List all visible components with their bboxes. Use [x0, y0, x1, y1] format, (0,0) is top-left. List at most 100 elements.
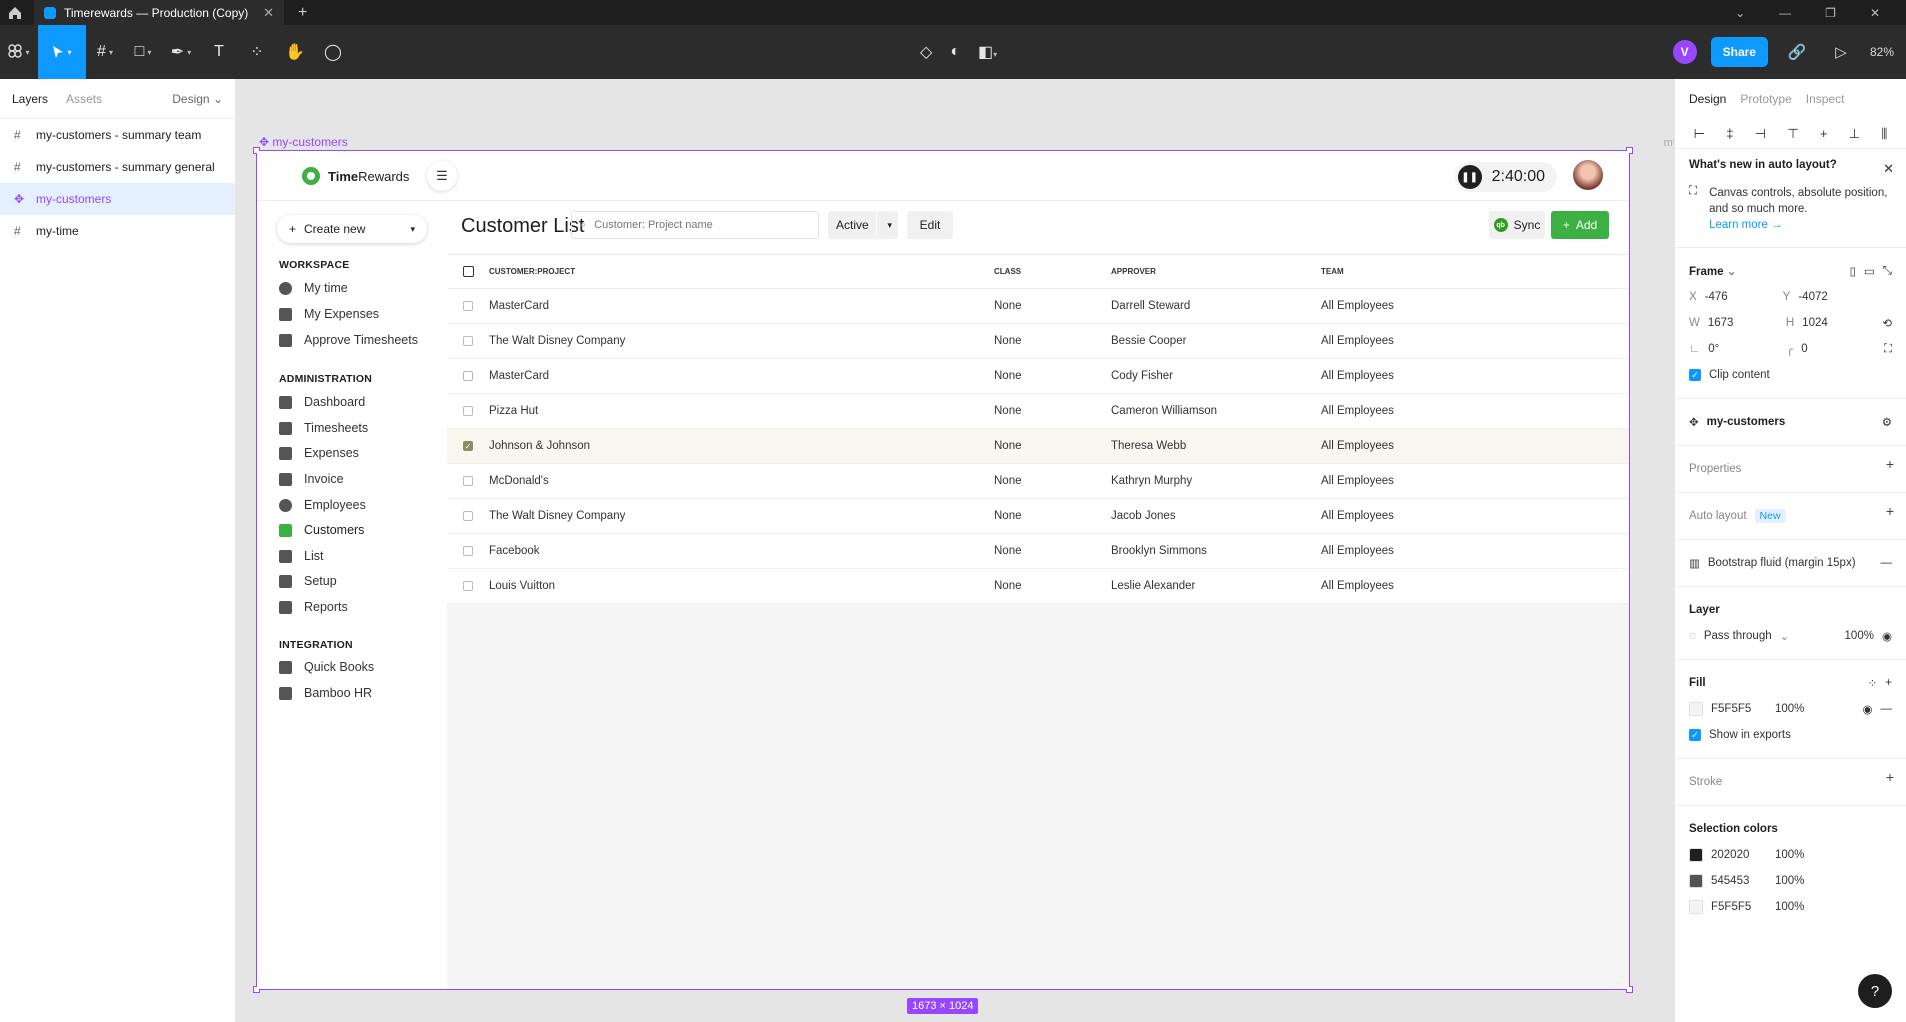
- sidebar-item-my-time[interactable]: My time: [279, 281, 348, 295]
- selection-color-row[interactable]: 202020 100%: [1689, 842, 1892, 868]
- column-header[interactable]: CUSTOMER:PROJECT: [489, 267, 994, 276]
- row-checkbox[interactable]: [463, 406, 473, 416]
- column-header[interactable]: CLASS: [994, 267, 1111, 276]
- color-swatch[interactable]: [1689, 874, 1703, 888]
- user-avatar[interactable]: V: [1672, 40, 1697, 64]
- main-menu-button[interactable]: ▾: [0, 29, 38, 75]
- minimize-icon[interactable]: —: [1779, 6, 1791, 20]
- width-input[interactable]: 1673: [1708, 317, 1778, 329]
- canvas[interactable]: ✥ my-customers my- TimeRewards ☰ ❚❚ 2:40…: [237, 79, 1674, 1022]
- table-row[interactable]: The Walt Disney Company None Jacob Jones Al…: [447, 499, 1629, 534]
- table-row[interactable]: The Walt Disney Company None Bessie Cooper…: [447, 324, 1629, 359]
- layer-item[interactable]: # my-customers - summary team: [0, 119, 235, 151]
- collapse-sidebar-button[interactable]: ☰: [427, 161, 457, 191]
- new-tab-button[interactable]: +: [298, 4, 307, 22]
- sidebar-item-bamboo-hr[interactable]: Bamboo HR: [279, 686, 372, 700]
- row-checkbox[interactable]: [463, 336, 473, 346]
- close-icon[interactable]: ✕: [1883, 161, 1894, 177]
- radius-input[interactable]: 0: [1801, 343, 1807, 355]
- remove-fill-icon[interactable]: —: [1881, 703, 1893, 715]
- align-left-icon[interactable]: ⊢: [1694, 126, 1705, 142]
- zoom-level[interactable]: 82%: [1870, 45, 1894, 59]
- pause-icon[interactable]: ❚❚: [1457, 165, 1482, 189]
- table-row[interactable]: McDonald's None Kathryn Murphy All Employee…: [447, 464, 1629, 499]
- search-field[interactable]: ⌕: [571, 211, 819, 239]
- close-tab-icon[interactable]: ✕: [263, 5, 274, 21]
- fill-opacity-input[interactable]: 100%: [1775, 703, 1804, 715]
- distribute-icon[interactable]: ⫼: [1881, 126, 1887, 142]
- sidebar-item-approve-timesheets[interactable]: Approve Timesheets: [279, 333, 418, 347]
- sidebar-item-expenses[interactable]: Expenses: [279, 446, 359, 460]
- boolean-icon[interactable]: ◧▾: [978, 42, 997, 62]
- tab-prototype[interactable]: Prototype: [1740, 92, 1791, 106]
- table-row[interactable]: Facebook None Brooklyn Simmons All Employee…: [447, 534, 1629, 569]
- show-in-exports-checkbox[interactable]: ✓: [1689, 729, 1701, 741]
- align-middle-icon[interactable]: +: [1820, 126, 1828, 141]
- tab-layers[interactable]: Layers: [12, 92, 48, 106]
- color-hex[interactable]: 202020: [1711, 849, 1767, 861]
- component-icon[interactable]: ◇: [920, 42, 932, 62]
- x-input[interactable]: -476: [1705, 291, 1775, 303]
- profile-avatar[interactable]: [1573, 160, 1603, 190]
- rotation-input[interactable]: 0°: [1708, 343, 1778, 355]
- add-button[interactable]: + Add: [1551, 211, 1609, 239]
- table-row[interactable]: MasterCard None Darrell Steward All Employe…: [447, 289, 1629, 324]
- contrast-icon[interactable]: ◐: [950, 43, 960, 61]
- move-tool-button[interactable]: ▾: [38, 25, 86, 79]
- chevron-down-icon[interactable]: ▾: [410, 224, 415, 235]
- select-all-checkbox[interactable]: [462, 266, 474, 277]
- sidebar-item-setup[interactable]: Setup: [279, 574, 337, 588]
- row-checkbox[interactable]: [463, 546, 473, 556]
- pen-tool-button[interactable]: ✒ ▾: [162, 29, 200, 75]
- layer-item-selected[interactable]: ✥ my-customers: [0, 183, 235, 215]
- align-top-icon[interactable]: ⊤: [1787, 126, 1798, 142]
- table-row[interactable]: ✓ Johnson & Johnson None Theresa Webb All Em…: [447, 429, 1629, 464]
- present-icon[interactable]: ▷: [1826, 43, 1856, 61]
- color-hex[interactable]: F5F5F5: [1711, 901, 1767, 913]
- chevron-down-icon[interactable]: ⌄: [1735, 6, 1745, 20]
- fill-swatch[interactable]: [1689, 702, 1703, 716]
- add-fill-icon[interactable]: +: [1885, 677, 1892, 689]
- portrait-icon[interactable]: ▯: [1850, 264, 1856, 278]
- share-button[interactable]: Share: [1710, 37, 1768, 67]
- row-checkbox[interactable]: [463, 476, 473, 486]
- row-checkbox[interactable]: [463, 371, 473, 381]
- add-stroke-icon[interactable]: +: [1886, 769, 1894, 785]
- landscape-icon[interactable]: ▭: [1864, 264, 1875, 278]
- sidebar-item-list[interactable]: List: [279, 549, 323, 563]
- remove-grid-icon[interactable]: —: [1881, 557, 1893, 569]
- add-auto-layout-icon[interactable]: +: [1886, 503, 1894, 519]
- style-icon[interactable]: ⁘: [1868, 676, 1878, 690]
- clip-content-checkbox[interactable]: ✓: [1689, 369, 1701, 381]
- independent-corners-icon[interactable]: ⛶: [1884, 343, 1892, 356]
- add-property-icon[interactable]: +: [1886, 456, 1894, 472]
- column-header[interactable]: APPROVER: [1111, 267, 1321, 276]
- home-icon[interactable]: [0, 0, 30, 25]
- sidebar-item-timesheets[interactable]: Timesheets: [279, 421, 368, 435]
- page-selector[interactable]: Design ⌄: [172, 92, 223, 106]
- sidebar-item-invoice[interactable]: Invoice: [279, 472, 344, 486]
- sidebar-item-employees[interactable]: Employees: [279, 498, 366, 512]
- height-input[interactable]: 1024: [1802, 317, 1828, 329]
- comment-tool-button[interactable]: ◯: [314, 29, 352, 75]
- timer[interactable]: ❚❚ 2:40:00: [1454, 162, 1557, 192]
- brand-logo[interactable]: TimeRewards: [302, 167, 409, 185]
- align-right-icon[interactable]: ⊣: [1755, 126, 1766, 142]
- fill-hex-input[interactable]: F5F5F5: [1711, 703, 1767, 715]
- frame-tool-button[interactable]: # ▾: [86, 29, 124, 75]
- selected-frame[interactable]: TimeRewards ☰ ❚❚ 2:40:00 + Create new ▾ …: [253, 147, 1633, 993]
- learn-more-link[interactable]: Learn more →: [1709, 219, 1783, 231]
- component-settings-icon[interactable]: ⚙: [1882, 415, 1892, 429]
- layer-item[interactable]: # my-time: [0, 215, 235, 247]
- close-window-icon[interactable]: ✕: [1870, 6, 1880, 20]
- sidebar-item-customers[interactable]: Customers: [279, 523, 364, 537]
- row-checkbox[interactable]: [463, 581, 473, 591]
- sidebar-item-reports[interactable]: Reports: [279, 600, 348, 614]
- column-header[interactable]: TEAM: [1321, 267, 1521, 276]
- file-tab[interactable]: Timerewards — Production (Copy) ✕: [34, 0, 284, 25]
- row-checkbox[interactable]: [463, 301, 473, 311]
- eye-icon[interactable]: ◉: [1882, 629, 1892, 643]
- link-icon[interactable]: 🔗: [1782, 43, 1812, 61]
- tab-assets[interactable]: Assets: [66, 92, 102, 106]
- color-opacity[interactable]: 100%: [1775, 875, 1804, 887]
